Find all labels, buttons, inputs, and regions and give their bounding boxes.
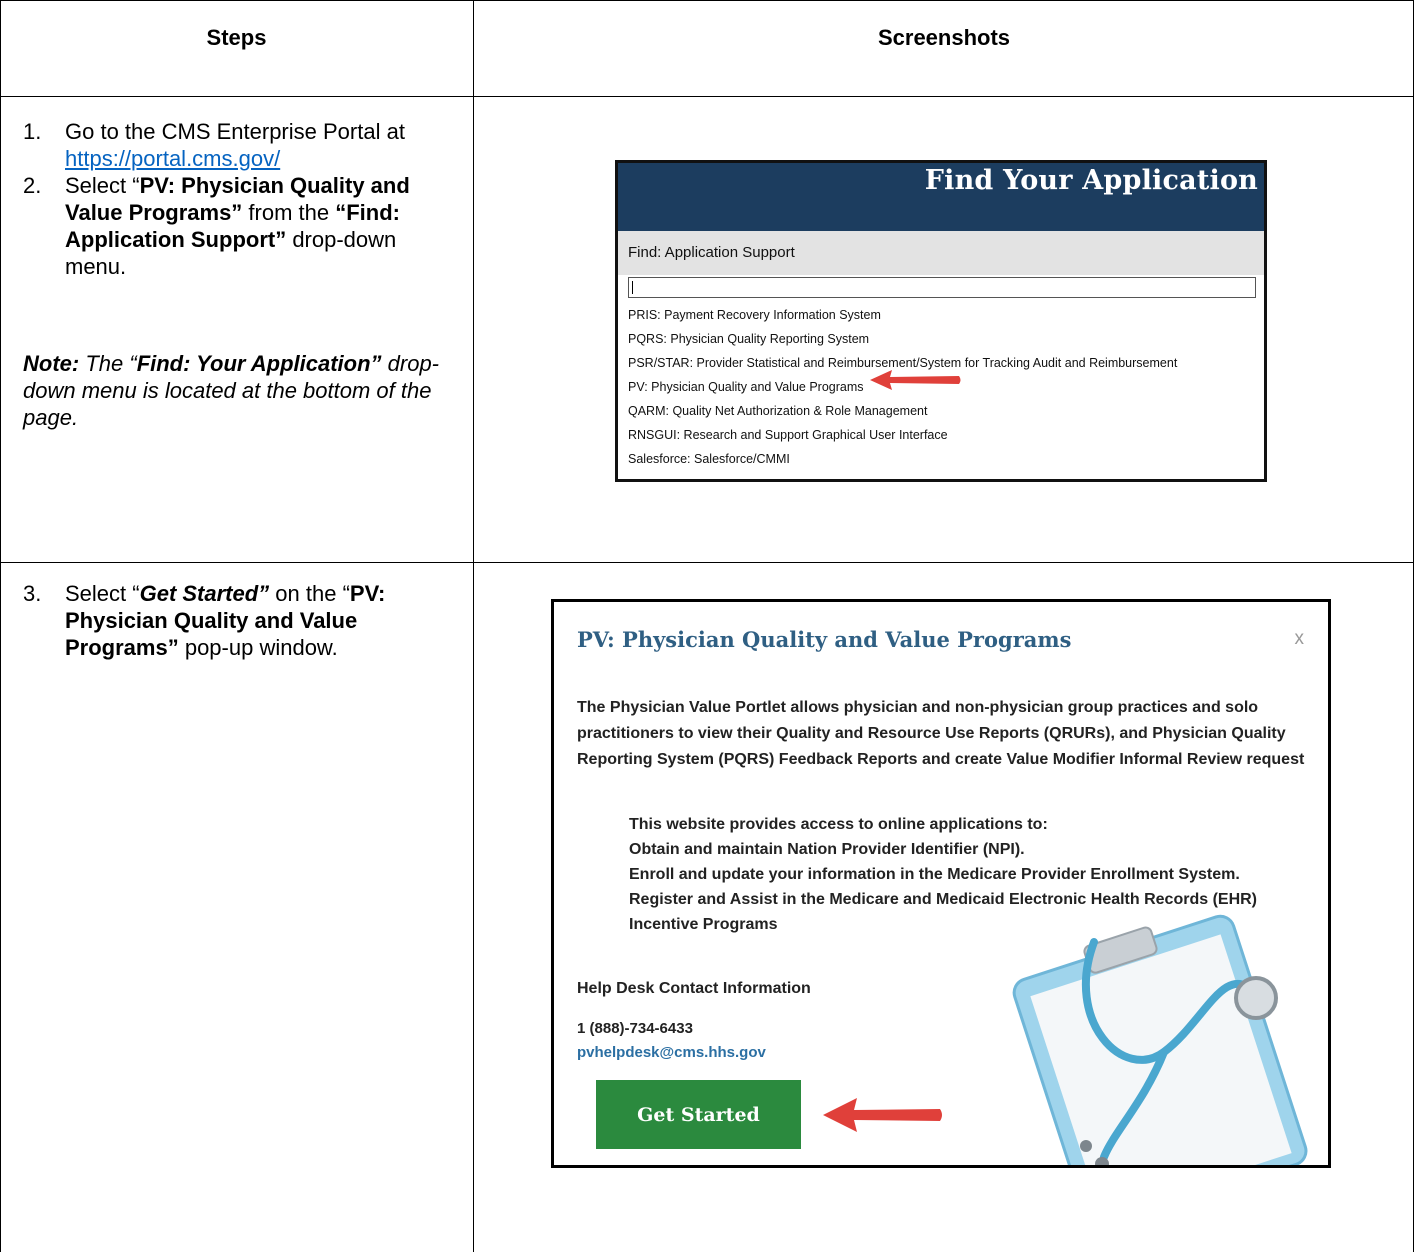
help-desk-phone: 1 (888)-734-6433	[577, 1020, 693, 1037]
table-border-left	[0, 0, 1, 1252]
step-number: 1.	[23, 119, 42, 144]
red-arrow-icon	[870, 370, 961, 390]
list-item[interactable]: PRIS: Payment Recovery Information Syste…	[628, 303, 1264, 327]
portal-link[interactable]: https://portal.cms.gov/	[65, 146, 280, 171]
table-border-top	[0, 0, 1414, 1]
list-item: Enroll and update your information in th…	[629, 866, 1240, 883]
note-bold: Find: Your Application”	[136, 351, 382, 376]
red-arrow-icon	[823, 1098, 942, 1132]
table-border-row	[0, 562, 1414, 563]
column-header-screenshots: Screenshots	[877, 25, 1011, 50]
text-caret	[632, 281, 633, 294]
step-2-text: from the	[242, 200, 336, 225]
help-desk-heading: Help Desk Contact Information	[577, 980, 811, 997]
list-item: This website provides access to online a…	[629, 816, 1048, 833]
step-2-text: Select “	[65, 173, 140, 198]
pv-popup-title: PV: Physician Quality and Value Programs	[577, 627, 1072, 652]
find-application-title: Find Your Application	[924, 165, 1258, 196]
list-item[interactable]: Salesforce: Salesforce/CMMI	[628, 447, 1264, 471]
get-started-button[interactable]: Get Started	[596, 1080, 801, 1149]
note-label: Note:	[23, 351, 80, 376]
step-1-text: Go to the CMS Enterprise Portal at	[65, 119, 405, 144]
clipboard-stethoscope-icon	[1012, 914, 1308, 1165]
list-item[interactable]: QARM: Quality Net Authorization & Role M…	[628, 399, 1264, 423]
find-label: Find: Application Support	[618, 231, 1264, 275]
pv-description: The Physician Value Portlet allows physi…	[577, 699, 1305, 768]
note: Note: The “Find: Your Application” drop-…	[23, 350, 463, 431]
step-3-text: Select “	[65, 581, 140, 606]
find-application-header: Find Your Application	[618, 163, 1264, 231]
note-text: The “	[79, 351, 137, 376]
close-icon[interactable]: x	[1295, 628, 1305, 650]
list-item[interactable]: PQRS: Physician Quality Reporting System	[628, 327, 1264, 351]
step-number: 2.	[23, 173, 42, 198]
column-header-steps: Steps	[206, 25, 267, 50]
pv-popup-screenshot: PV: Physician Quality and Value Programs…	[551, 599, 1331, 1168]
help-desk-email[interactable]: pvhelpdesk@cms.hhs.gov	[577, 1044, 766, 1061]
application-search-input[interactable]	[628, 277, 1256, 298]
table-border-middle	[473, 0, 474, 1252]
table-border-header	[0, 96, 1414, 97]
find-application-screenshot: Find Your Application Find: Application …	[615, 160, 1267, 482]
step-number: 3.	[23, 581, 42, 606]
step-3-text: pop-up window.	[178, 635, 338, 660]
step-3-bold-italic: Get Started”	[139, 581, 270, 606]
step-3-text: on the “	[269, 581, 350, 606]
list-item: Obtain and maintain Nation Provider Iden…	[629, 841, 1025, 858]
list-item: Register and Assist in the Medicare and …	[629, 891, 1258, 933]
list-item[interactable]: RNSGUI: Research and Support Graphical U…	[628, 423, 1264, 447]
pv-access-list: This website provides access to online a…	[629, 812, 1319, 937]
